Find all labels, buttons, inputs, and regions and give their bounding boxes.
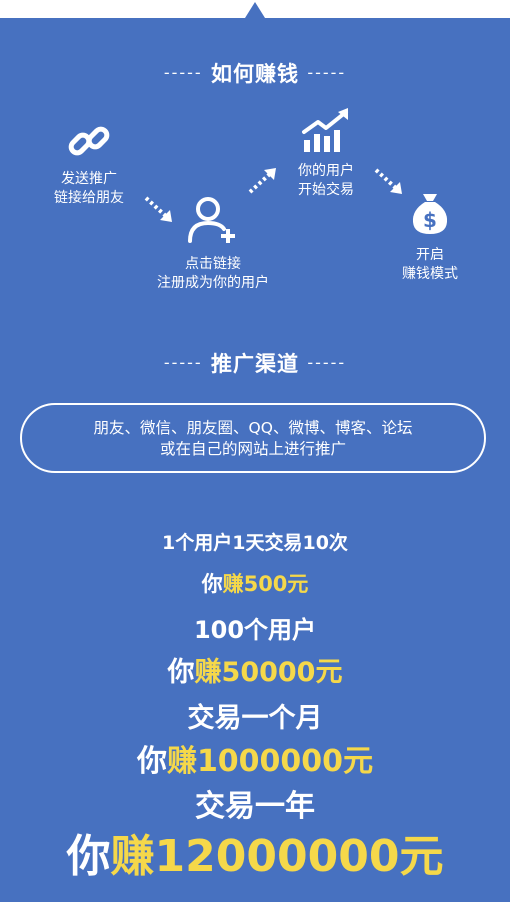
earnings-line-6: 你赚1000000元 bbox=[136, 744, 374, 779]
step-trading: 你的用户 开始交易 bbox=[298, 163, 354, 198]
channels-line-2: 或在自己的网站上进行推广 bbox=[159, 440, 346, 458]
channels-box: 朋友、微信、朋友圈、QQ、微博、博客、论坛 或在自己的网站上进行推广 bbox=[20, 403, 486, 473]
link-icon bbox=[66, 118, 112, 168]
channels-line-1: 朋友、微信、朋友圈、QQ、微博、博客、论坛 bbox=[93, 419, 413, 437]
earnings-line-4: 你赚50000元 bbox=[167, 657, 343, 688]
earnings-line-5: 交易一个月 bbox=[187, 703, 323, 734]
channels-title: ----- 推广渠道 ----- bbox=[163, 352, 347, 376]
earnings-line-1: 1个用户1天交易10次 bbox=[162, 532, 348, 554]
arrow-icon bbox=[144, 196, 174, 228]
earnings-line-7: 交易一年 bbox=[195, 789, 315, 824]
pointer-notch bbox=[245, 2, 265, 18]
money-bag-icon: $ bbox=[410, 190, 450, 240]
earnings-line-3: 100个用户 bbox=[193, 616, 317, 644]
growth-chart-icon bbox=[300, 106, 352, 158]
step-send-link: 发送推广 链接给朋友 bbox=[54, 171, 124, 206]
earnings-line-2: 你赚500元 bbox=[201, 572, 309, 596]
step-register: 点击链接 注册成为你的用户 bbox=[157, 256, 269, 291]
svg-text:$: $ bbox=[423, 208, 437, 232]
how-to-earn-title: ----- 如何赚钱 ----- bbox=[163, 62, 347, 86]
arrow-icon bbox=[374, 168, 404, 200]
step-earn-mode: 开启 赚钱模式 bbox=[402, 247, 458, 282]
add-user-icon bbox=[186, 195, 238, 249]
earnings-line-8: 你赚12000000元 bbox=[66, 831, 444, 882]
arrow-icon bbox=[248, 166, 278, 198]
